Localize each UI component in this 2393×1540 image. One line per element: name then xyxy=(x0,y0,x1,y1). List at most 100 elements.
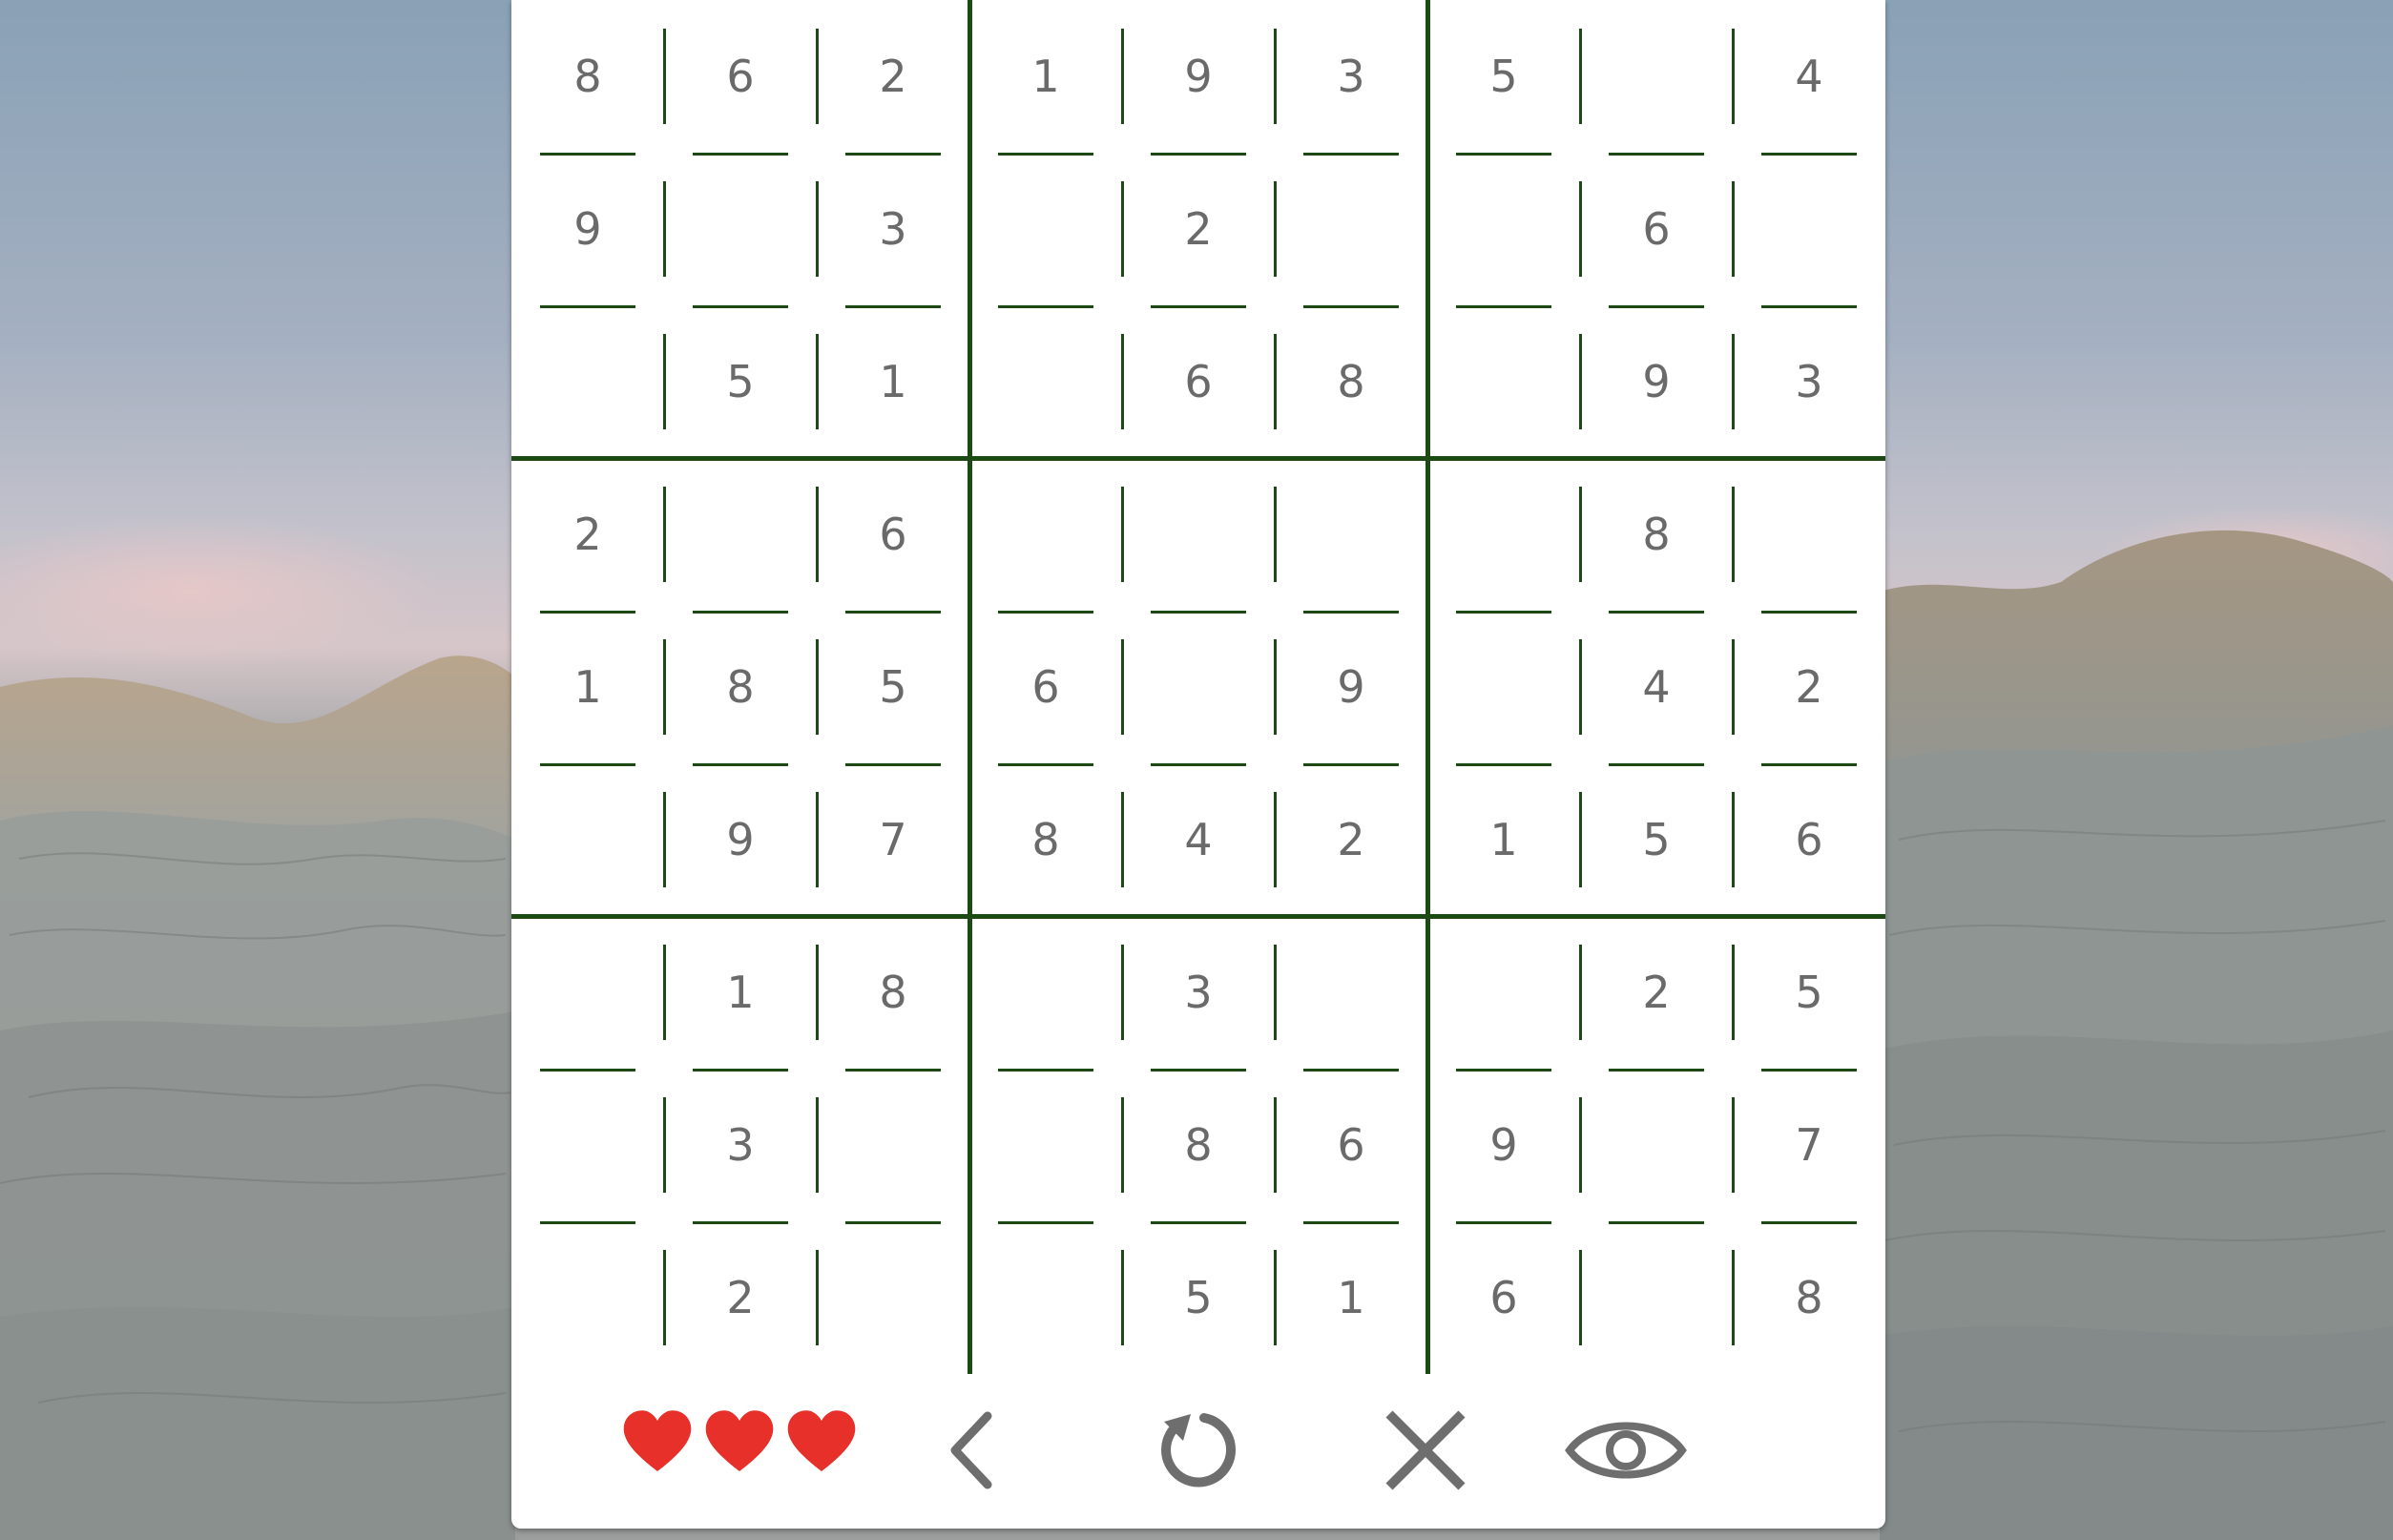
sudoku-cell-r9c8[interactable] xyxy=(1580,1221,1733,1374)
sudoku-cell-r7c4[interactable] xyxy=(969,916,1122,1069)
sudoku-cell-r3c9[interactable]: 3 xyxy=(1733,305,1885,458)
sudoku-cell-r2c1[interactable]: 9 xyxy=(511,153,664,305)
sudoku-cell-r7c2[interactable]: 1 xyxy=(664,916,817,1069)
sudoku-cell-r8c8[interactable] xyxy=(1580,1069,1733,1221)
sudoku-cell-r7c6[interactable] xyxy=(1275,916,1427,1069)
sudoku-cell-r5c9[interactable]: 2 xyxy=(1733,611,1885,763)
sudoku-cell-r6c8[interactable]: 5 xyxy=(1580,763,1733,916)
sudoku-cell-r1c4[interactable]: 1 xyxy=(969,0,1122,153)
heart-icon xyxy=(620,1408,695,1475)
sudoku-cell-r2c8[interactable]: 6 xyxy=(1580,153,1733,305)
sudoku-cell-r8c6[interactable]: 6 xyxy=(1275,1069,1427,1221)
sudoku-cell-r8c5[interactable]: 8 xyxy=(1122,1069,1275,1221)
sudoku-cell-r1c7[interactable]: 5 xyxy=(1427,0,1580,153)
sudoku-cell-r7c1[interactable] xyxy=(511,916,664,1069)
sudoku-cell-r1c8[interactable] xyxy=(1580,0,1733,153)
sudoku-cell-r6c7[interactable]: 1 xyxy=(1427,763,1580,916)
grid-line-segment xyxy=(693,1069,788,1072)
sudoku-cell-r3c8[interactable]: 9 xyxy=(1580,305,1733,458)
sudoku-cell-r2c2[interactable] xyxy=(664,153,817,305)
sudoku-cell-r6c9[interactable]: 6 xyxy=(1733,763,1885,916)
sudoku-cell-r9c6[interactable]: 1 xyxy=(1275,1221,1427,1374)
sudoku-cell-r5c8[interactable]: 4 xyxy=(1580,611,1733,763)
sudoku-cell-r9c5[interactable]: 5 xyxy=(1122,1221,1275,1374)
sudoku-cell-r4c4[interactable] xyxy=(969,458,1122,611)
sudoku-cell-r2c7[interactable] xyxy=(1427,153,1580,305)
sudoku-cell-r2c9[interactable] xyxy=(1733,153,1885,305)
sudoku-cell-r4c2[interactable] xyxy=(664,458,817,611)
reveal-button[interactable] xyxy=(1559,1403,1693,1498)
sudoku-cell-r3c4[interactable] xyxy=(969,305,1122,458)
sudoku-cell-r5c6[interactable]: 9 xyxy=(1275,611,1427,763)
sudoku-cell-r8c1[interactable] xyxy=(511,1069,664,1221)
sudoku-cell-r1c6[interactable]: 3 xyxy=(1275,0,1427,153)
sudoku-cell-r9c9[interactable]: 8 xyxy=(1733,1221,1885,1374)
sudoku-cell-r6c1[interactable] xyxy=(511,763,664,916)
back-button[interactable] xyxy=(926,1403,1021,1498)
sudoku-cell-r5c4[interactable]: 6 xyxy=(969,611,1122,763)
sudoku-cell-r3c7[interactable] xyxy=(1427,305,1580,458)
sudoku-cell-r5c1[interactable]: 1 xyxy=(511,611,664,763)
sudoku-cell-r9c4[interactable] xyxy=(969,1221,1122,1374)
sudoku-cell-r5c2[interactable]: 8 xyxy=(664,611,817,763)
grid-line-segment xyxy=(1151,1221,1246,1224)
sudoku-cell-r6c3[interactable]: 7 xyxy=(817,763,969,916)
sudoku-cell-r8c4[interactable] xyxy=(969,1069,1122,1221)
sudoku-cell-r8c3[interactable] xyxy=(817,1069,969,1221)
clear-button[interactable] xyxy=(1378,1403,1473,1498)
grid-line-segment xyxy=(540,611,635,614)
sudoku-cell-r4c1[interactable]: 2 xyxy=(511,458,664,611)
sudoku-cell-r3c3[interactable]: 1 xyxy=(817,305,969,458)
sudoku-cell-r4c5[interactable] xyxy=(1122,458,1275,611)
sudoku-cell-r6c6[interactable]: 2 xyxy=(1275,763,1427,916)
sudoku-cell-r9c1[interactable] xyxy=(511,1221,664,1374)
sudoku-cell-r2c4[interactable] xyxy=(969,153,1122,305)
sudoku-cell-r9c2[interactable]: 2 xyxy=(664,1221,817,1374)
sudoku-cell-r4c3[interactable]: 6 xyxy=(817,458,969,611)
sudoku-cell-r1c3[interactable]: 2 xyxy=(817,0,969,153)
sudoku-cell-r8c9[interactable]: 7 xyxy=(1733,1069,1885,1221)
sudoku-cell-r2c3[interactable]: 3 xyxy=(817,153,969,305)
sudoku-cell-r7c3[interactable]: 8 xyxy=(817,916,969,1069)
grid-line-segment xyxy=(1303,763,1399,766)
sudoku-cell-r4c6[interactable] xyxy=(1275,458,1427,611)
sudoku-cell-r5c7[interactable] xyxy=(1427,611,1580,763)
sudoku-cell-r7c5[interactable]: 3 xyxy=(1122,916,1275,1069)
sudoku-cell-r4c7[interactable] xyxy=(1427,458,1580,611)
sudoku-cell-r6c2[interactable]: 9 xyxy=(664,763,817,916)
sudoku-cell-r3c5[interactable]: 6 xyxy=(1122,305,1275,458)
sudoku-cell-r5c5[interactable] xyxy=(1122,611,1275,763)
sudoku-cell-r6c4[interactable]: 8 xyxy=(969,763,1122,916)
sudoku-cell-r2c5[interactable]: 2 xyxy=(1122,153,1275,305)
grid-line-segment xyxy=(663,1097,666,1193)
grid-line-segment xyxy=(1579,29,1582,124)
sudoku-cell-r1c5[interactable]: 9 xyxy=(1122,0,1275,153)
sudoku-cell-r8c2[interactable]: 3 xyxy=(664,1069,817,1221)
sudoku-cell-r7c7[interactable] xyxy=(1427,916,1580,1069)
sudoku-cell-r1c1[interactable]: 8 xyxy=(511,0,664,153)
sudoku-cell-r8c7[interactable]: 9 xyxy=(1427,1069,1580,1221)
grid-line-segment xyxy=(1609,1069,1704,1072)
sudoku-cell-r5c3[interactable]: 5 xyxy=(817,611,969,763)
grid-line-segment xyxy=(1121,1097,1124,1193)
sudoku-cell-r1c2[interactable]: 6 xyxy=(664,0,817,153)
sudoku-cell-r7c8[interactable]: 2 xyxy=(1580,916,1733,1069)
sudoku-cell-r3c2[interactable]: 5 xyxy=(664,305,817,458)
sudoku-cell-r4c9[interactable] xyxy=(1733,458,1885,611)
grid-line-segment xyxy=(998,153,1093,156)
grid-line-segment xyxy=(1303,1069,1399,1072)
sudoku-cell-r3c1[interactable] xyxy=(511,305,664,458)
sudoku-cell-r3c6[interactable]: 8 xyxy=(1275,305,1427,458)
sudoku-cell-r2c6[interactable] xyxy=(1275,153,1427,305)
sudoku-cell-r7c9[interactable]: 5 xyxy=(1733,916,1885,1069)
sudoku-cell-r4c8[interactable]: 8 xyxy=(1580,458,1733,611)
grid-line-segment xyxy=(1761,1069,1857,1072)
sudoku-cell-r9c7[interactable]: 6 xyxy=(1427,1221,1580,1374)
restart-button[interactable] xyxy=(1151,1403,1246,1498)
sudoku-cell-r6c5[interactable]: 4 xyxy=(1122,763,1275,916)
sudoku-cell-r9c3[interactable] xyxy=(817,1221,969,1374)
grid-line-segment xyxy=(1732,334,1735,429)
grid-line-segment xyxy=(1151,611,1246,614)
grid-line-segment xyxy=(816,639,819,735)
sudoku-cell-r1c9[interactable]: 4 xyxy=(1733,0,1885,153)
